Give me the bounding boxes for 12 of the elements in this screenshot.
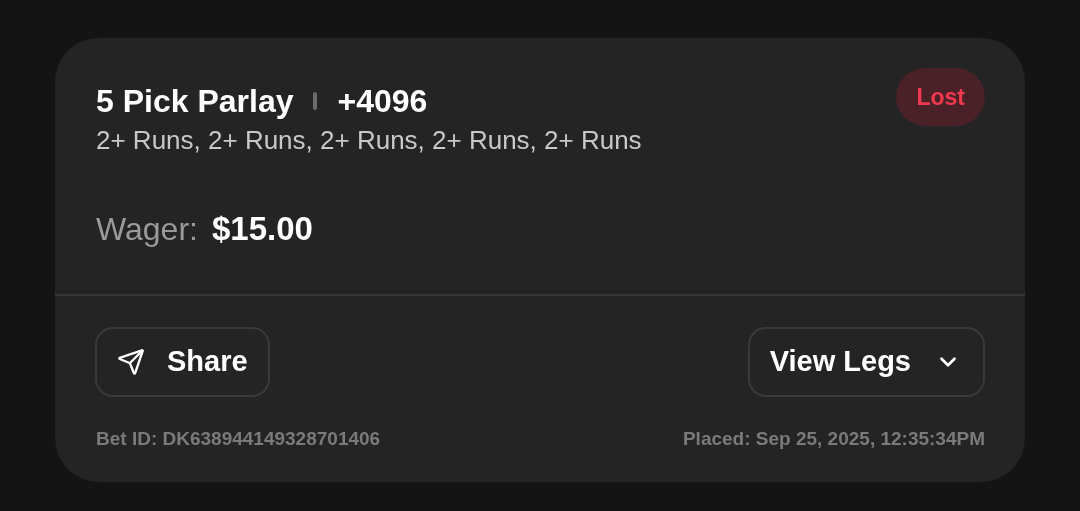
view-legs-button[interactable]: View Legs xyxy=(747,326,985,397)
placed-date: Placed: Sep 25, 2025, 12:35:34PM xyxy=(682,426,985,451)
wager-amount: $15.00 xyxy=(211,209,313,249)
send-icon xyxy=(117,347,145,376)
odds: +4096 xyxy=(337,82,428,121)
bet-id: Bet ID: DK638944149328701406 xyxy=(96,426,381,451)
legs-summary: 2+ Runs, 2+ Runs, 2+ Runs, 2+ Runs, 2+ Runs xyxy=(96,124,642,157)
separator-bar xyxy=(313,92,318,110)
wager-label: Wager: xyxy=(96,210,198,249)
bet-title: 5 Pick Parlay xyxy=(96,82,294,121)
share-button[interactable]: Share xyxy=(95,326,270,397)
status-badge: Lost xyxy=(896,68,985,126)
